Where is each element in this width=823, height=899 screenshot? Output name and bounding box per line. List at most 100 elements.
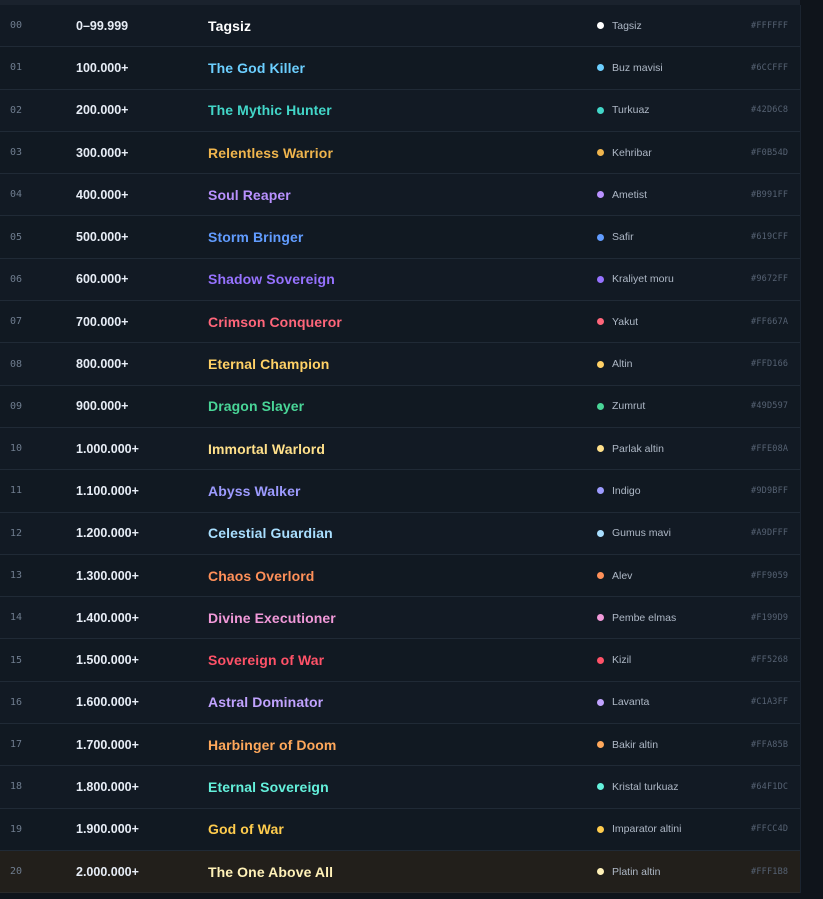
color-name: Kizil bbox=[612, 654, 632, 667]
table-row: 17 1.700.000+ Harbinger of Doom Bakir altin… bbox=[0, 724, 800, 767]
rank-title: Shadow Sovereign bbox=[208, 271, 335, 288]
color-dot-icon bbox=[597, 149, 604, 157]
row-index: 08 bbox=[10, 358, 23, 370]
color-dot-icon bbox=[597, 741, 604, 749]
color-dot-icon bbox=[597, 275, 604, 283]
color-name: Kehribar bbox=[612, 146, 652, 159]
color-name: Kristal turkuaz bbox=[612, 780, 679, 793]
hex-code: #F199D9 bbox=[751, 612, 789, 623]
color-dot-icon bbox=[597, 64, 604, 72]
hex-code: #619CFF bbox=[751, 232, 789, 243]
rank-title: Dragon Slayer bbox=[208, 398, 305, 415]
row-index: 02 bbox=[10, 104, 23, 116]
color-dot-icon bbox=[597, 360, 604, 368]
color-name: Safir bbox=[612, 231, 634, 244]
color-label: Buz mavisi bbox=[597, 47, 663, 88]
color-label: Kizil bbox=[597, 639, 631, 680]
table-row: 05 500.000+ Storm Bringer Safir #619CFF bbox=[0, 216, 800, 259]
hex-code: #FFA85B bbox=[751, 739, 789, 750]
row-index: 04 bbox=[10, 189, 23, 201]
rank-title: Celestial Guardian bbox=[208, 525, 333, 542]
color-name: Pembe elmas bbox=[612, 611, 677, 624]
score-range: 1.600.000+ bbox=[76, 695, 139, 710]
score-range: 300.000+ bbox=[76, 145, 129, 160]
color-label: Parlak altin bbox=[597, 428, 664, 469]
color-name: Zumrut bbox=[612, 400, 646, 413]
table-row: 01 100.000+ The God Killer Buz mavisi #6CCFF… bbox=[0, 47, 800, 90]
color-dot-icon bbox=[597, 529, 604, 537]
row-index: 17 bbox=[10, 739, 23, 751]
table-row: 08 800.000+ Eternal Champion Altin #FFD166 bbox=[0, 343, 800, 386]
rank-title: Eternal Champion bbox=[208, 356, 330, 373]
color-label: Imparator altini bbox=[597, 809, 681, 850]
rank-table: 00 0–99.999 Tagsiz Tagsiz #FFFFFF 01 100.000+ T… bbox=[0, 5, 801, 894]
row-index: 14 bbox=[10, 612, 23, 624]
score-range: 1.900.000+ bbox=[76, 822, 139, 837]
table-row: 09 900.000+ Dragon Slayer Zumrut #49D597 bbox=[0, 385, 800, 428]
score-range: 1.400.000+ bbox=[76, 610, 139, 625]
table-row: 11 1.100.000+ Abyss Walker Indigo #9D9BFF bbox=[0, 470, 800, 513]
color-dot-icon bbox=[597, 698, 604, 706]
table-row: 03 300.000+ Relentless Warrior Kehribar #F0B… bbox=[0, 131, 800, 175]
hex-code: #B991FF bbox=[751, 189, 789, 200]
color-dot-icon bbox=[597, 487, 604, 495]
score-range: 800.000+ bbox=[76, 357, 129, 372]
color-name: Parlak altin bbox=[612, 442, 664, 455]
color-label: Safir bbox=[597, 216, 634, 257]
color-label: Zumrut bbox=[597, 386, 645, 427]
table-row: 16 1.600.000+ Astral Dominator Lavanta #C1A3… bbox=[0, 682, 800, 725]
color-name: Platin altin bbox=[612, 865, 661, 878]
color-label: Gumus mavi bbox=[597, 513, 671, 554]
color-label: Altin bbox=[597, 343, 632, 384]
color-name: Indigo bbox=[612, 484, 641, 497]
rank-table-view: 00 0–99.999 Tagsiz Tagsiz #FFFFFF 01 100.000+ T… bbox=[0, 0, 823, 899]
color-dot-icon bbox=[597, 868, 604, 876]
hex-code: #FFD166 bbox=[751, 359, 789, 370]
hex-code: #49D597 bbox=[751, 401, 789, 412]
score-range: 1.100.000+ bbox=[76, 483, 139, 498]
rank-title: Chaos Overlord bbox=[208, 567, 315, 584]
rank-title: The Mythic Hunter bbox=[208, 102, 332, 119]
row-index: 12 bbox=[10, 527, 23, 539]
row-index: 18 bbox=[10, 781, 23, 793]
row-index: 13 bbox=[10, 570, 23, 581]
color-label: Tagsiz bbox=[597, 5, 642, 46]
hex-code: #FF5268 bbox=[751, 655, 789, 666]
rank-title: Relentless Warrior bbox=[208, 144, 333, 161]
color-name: Alev bbox=[612, 569, 633, 582]
color-dot-icon bbox=[597, 572, 604, 579]
table-row: 18 1.800.000+ Eternal Sovereign Kristal tur… bbox=[0, 766, 800, 809]
score-range: 1.800.000+ bbox=[76, 779, 139, 794]
rank-title: Divine Executioner bbox=[208, 609, 336, 626]
color-label: Platin altin bbox=[597, 851, 660, 892]
hex-code: #FFCC4D bbox=[751, 824, 789, 835]
hex-code: #C1A3FF bbox=[751, 697, 789, 708]
row-index: 10 bbox=[10, 443, 23, 455]
color-label: Kristal turkuaz bbox=[597, 766, 679, 807]
color-label: Lavanta bbox=[597, 682, 649, 723]
score-range: 500.000+ bbox=[76, 230, 129, 245]
color-name: Imparator altini bbox=[612, 823, 682, 836]
score-range: 600.000+ bbox=[76, 272, 129, 287]
rank-title: Harbinger of Doom bbox=[208, 736, 337, 753]
score-range: 0–99.999 bbox=[76, 18, 129, 33]
row-index: 11 bbox=[10, 485, 23, 497]
score-range: 700.000+ bbox=[76, 314, 129, 329]
color-dot-icon bbox=[597, 191, 604, 199]
color-dot-icon bbox=[597, 318, 604, 326]
score-range: 1.000.000+ bbox=[76, 441, 139, 456]
color-dot-icon bbox=[597, 656, 604, 664]
table-row: 14 1.400.000+ Divine Executioner Pembe elma… bbox=[0, 597, 800, 640]
color-label: Turkuaz bbox=[597, 90, 650, 131]
rank-title: Astral Dominator bbox=[208, 694, 324, 711]
rank-title: The God Killer bbox=[208, 59, 306, 76]
score-range: 100.000+ bbox=[76, 60, 129, 75]
score-range: 1.300.000+ bbox=[76, 568, 139, 583]
color-name: Ametist bbox=[612, 188, 648, 201]
table-row: 06 600.000+ Shadow Sovereign Kraliyet moru #… bbox=[0, 259, 800, 302]
color-label: Yakut bbox=[597, 301, 638, 342]
rank-title: Eternal Sovereign bbox=[208, 778, 329, 795]
color-dot-icon bbox=[597, 445, 604, 453]
hex-code: #A9DFFF bbox=[751, 528, 789, 539]
rank-title: Sovereign of War bbox=[208, 652, 325, 669]
